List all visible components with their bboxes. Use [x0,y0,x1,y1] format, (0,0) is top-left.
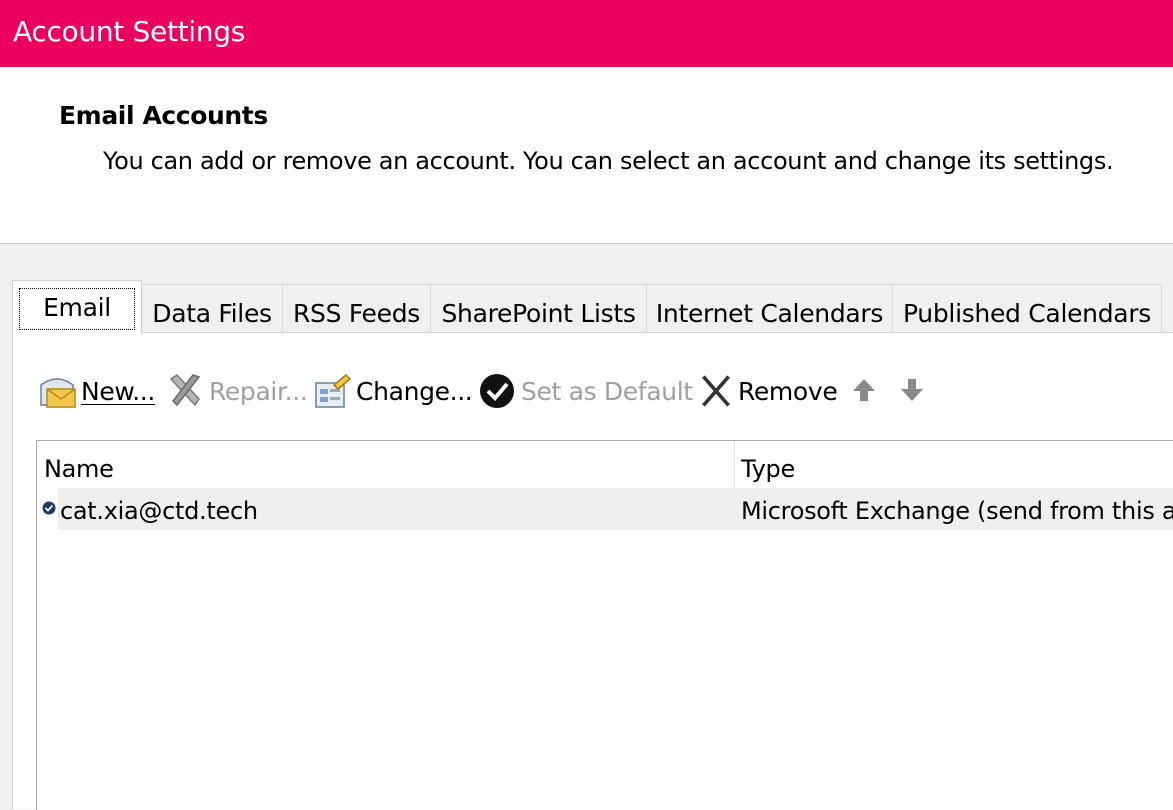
remove-button-label: Remove [738,376,838,406]
change-settings-icon [312,371,352,411]
move-down-button[interactable] [897,369,931,413]
change-button[interactable]: Change... [312,369,473,413]
tab-email[interactable]: Email [12,280,142,334]
new-button-label: New... [81,376,155,406]
tab-label: SharePoint Lists [441,299,636,328]
default-account-icon [42,501,56,515]
tab-label: Data Files [152,299,272,328]
tab-data-files[interactable]: Data Files [141,284,283,332]
section-description: You can add or remove an account. You ca… [103,147,1114,175]
account-name: cat.xia@ctd.tech [60,497,258,525]
tab-label: Published Calendars [902,299,1152,328]
arrow-up-icon [849,371,879,411]
repair-button-label: Repair... [209,376,308,406]
column-divider[interactable] [734,441,735,487]
column-header-type[interactable]: Type [741,441,795,487]
change-button-label: Change... [356,376,473,406]
tab-label: RSS Feeds [292,299,421,328]
section-heading: Email Accounts [59,101,268,130]
table-row[interactable]: cat.xia@ctd.tech Microsoft Exchange (sen… [42,488,1173,530]
tab-sharepoint-lists[interactable]: SharePoint Lists [430,284,647,332]
repair-button[interactable]: Repair... [165,369,308,413]
tab-rss-feeds[interactable]: RSS Feeds [282,284,431,332]
tab-published-calendars[interactable]: Published Calendars [892,284,1162,332]
tab-label: Email [43,293,111,322]
tab-internet-calendars[interactable]: Internet Calendars [646,284,893,332]
column-header-name[interactable]: Name [44,441,114,487]
arrow-down-icon [897,371,927,411]
header-section: Email Accounts You can add or remove an … [0,67,1173,244]
title-bar: Account Settings [0,0,1173,67]
tab-strip: Email Data Files RSS Feeds SharePoint Li… [12,280,1173,334]
tab-label: Internet Calendars [655,299,884,328]
account-toolbar: New... Repair... Change... Set as Defaul… [37,369,1137,413]
accounts-list[interactable]: Name Type cat.xia@ctd.tech Microsoft Exc… [36,440,1173,810]
new-button[interactable]: New... [37,369,155,413]
set-as-default-label: Set as Default [521,376,693,406]
set-as-default-button[interactable]: Set as Default [477,369,693,413]
move-up-button[interactable] [849,369,883,413]
remove-button[interactable]: Remove [698,369,838,413]
new-mail-icon [37,371,77,411]
checkmark-circle-icon [477,371,517,411]
remove-x-icon [698,371,734,411]
window-title: Account Settings [13,15,245,48]
email-tab-panel: New... Repair... Change... Set as Defaul… [12,332,1173,810]
account-type: Microsoft Exchange (send from this a [741,497,1173,525]
repair-tools-icon [165,371,205,411]
